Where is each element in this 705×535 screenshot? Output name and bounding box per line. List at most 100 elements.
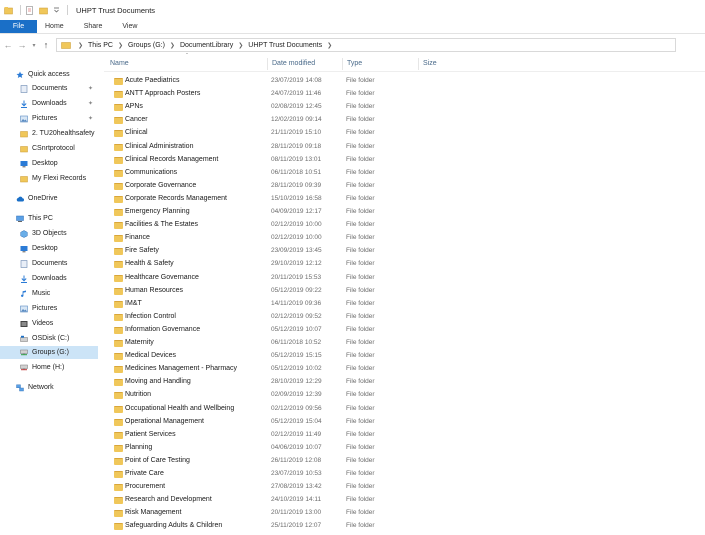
file-type: File folder <box>346 142 375 150</box>
address-bar[interactable]: ❯ This PC ❯ Groups (G:) ❯ DocumentLibrar… <box>56 38 676 52</box>
nav-pc-desktop[interactable]: Desktop <box>20 242 98 255</box>
table-row[interactable]: Risk Management 20/11/2019 13:00 File fold… <box>104 507 705 520</box>
breadcrumb-chevron-icon[interactable]: ❯ <box>78 42 83 49</box>
table-row[interactable]: Research and Development 24/10/2019 14:11… <box>104 494 705 507</box>
nav-qa-pictures[interactable]: Pictures ✦ <box>20 112 98 125</box>
table-row[interactable]: Infection Control 02/12/2019 09:52 File fo… <box>104 311 705 324</box>
table-row[interactable]: ANTT Approach Posters 24/07/2019 11:46 Fil… <box>104 88 705 101</box>
breadcrumb-groups[interactable]: Groups (G:) <box>128 42 165 49</box>
customize-quick-access-icon[interactable] <box>53 6 60 15</box>
properties-icon[interactable] <box>25 5 34 15</box>
nav-label: Documents <box>32 85 68 92</box>
file-name: Facilities & The Estates <box>125 221 199 229</box>
3d-objects-icon <box>20 229 28 238</box>
table-row[interactable]: Emergency Planning 04/09/2019 12:17 File f… <box>104 206 705 219</box>
nav-qa-tu20healthsafety[interactable]: 2. TU20healthsafety <box>20 127 98 140</box>
nav-pc-videos[interactable]: Videos <box>20 317 98 330</box>
column-name[interactable]: Name <box>110 60 129 67</box>
table-row[interactable]: Clinical Administration 28/11/2019 09:18 F… <box>104 141 705 154</box>
table-row[interactable]: Medicines Management - Pharmacy 05/12/201… <box>104 363 705 376</box>
nav-qa-documents[interactable]: Documents ✦ <box>20 82 98 95</box>
table-row[interactable]: Acute Paediatrics 23/07/2019 14:08 File fo… <box>104 75 705 88</box>
table-row[interactable]: Nutrition 02/09/2019 12:39 File folder <box>104 389 705 402</box>
column-date-modified[interactable]: Date modified <box>272 60 315 67</box>
nav-label: Downloads <box>32 100 67 107</box>
breadcrumb-uhpt-trust-documents[interactable]: UHPT Trust Documents <box>248 42 322 49</box>
table-row[interactable]: Corporate Records Management 15/10/2019 1… <box>104 193 705 206</box>
table-row[interactable]: Communications 06/11/2018 10:51 File folde… <box>104 167 705 180</box>
nav-qa-my-flexi-records[interactable]: My Flexi Records <box>20 172 98 185</box>
table-row[interactable]: Information Governance 05/12/2019 10:07 Fi… <box>104 324 705 337</box>
breadcrumb-chevron-icon[interactable]: ❯ <box>327 42 332 49</box>
table-row[interactable]: Clinical 21/11/2019 15:10 File folder <box>104 127 705 140</box>
nav-pc-osdisk[interactable]: OSDisk (C:) <box>20 332 98 345</box>
nav-this-pc[interactable]: This PC <box>16 212 114 225</box>
file-type: File folder <box>346 77 375 84</box>
forward-arrow-icon[interactable]: → <box>16 39 28 51</box>
nav-pc-groups[interactable]: Groups (G:) <box>0 346 98 359</box>
breadcrumb-chevron-icon[interactable]: ❯ <box>170 42 175 49</box>
table-row[interactable]: Healthcare Governance 20/11/2019 15:53 Fil… <box>104 272 705 285</box>
table-row[interactable]: Facilities & The Estates 02/12/2019 10:00… <box>104 219 705 232</box>
table-row[interactable]: Procurement 27/08/2019 13:42 File folder <box>104 481 705 494</box>
table-row[interactable]: Operational Management 05/12/2019 15:04 Fi… <box>104 416 705 429</box>
table-row[interactable]: Point of Care Testing 26/11/2019 12:08 Fil… <box>104 455 705 468</box>
nav-pc-3d-objects[interactable]: 3D Objects <box>20 227 98 240</box>
table-row[interactable]: Medical Devices 05/12/2019 15:15 File fold… <box>104 350 705 363</box>
column-divider[interactable] <box>418 58 419 70</box>
table-row[interactable]: Safeguarding Adults & Children 25/11/2019… <box>104 520 705 533</box>
table-row[interactable]: Occupational Health and Wellbeing 02/12/2… <box>104 403 705 416</box>
nav-quick-access[interactable]: Quick access <box>16 68 114 81</box>
nav-network[interactable]: Network <box>16 381 114 394</box>
table-row[interactable]: Health & Safety 29/10/2019 12:12 File fold… <box>104 258 705 271</box>
column-divider[interactable] <box>342 58 343 70</box>
nav-qa-downloads[interactable]: Downloads ✦ <box>20 97 98 110</box>
breadcrumb-document-library[interactable]: DocumentLibrary <box>180 42 233 49</box>
file-name: Health & Safety <box>125 260 174 268</box>
nav-qa-desktop[interactable]: Desktop <box>20 157 98 170</box>
new-folder-icon[interactable] <box>39 6 48 15</box>
nav-pc-music[interactable]: Music <box>20 287 98 300</box>
nav-label: This PC <box>28 215 53 222</box>
table-row[interactable]: Corporate Governance 28/11/2019 09:39 File… <box>104 180 705 193</box>
table-row[interactable]: Finance 02/12/2019 10:00 File folder <box>104 232 705 245</box>
nav-pc-downloads[interactable]: Downloads <box>20 272 98 285</box>
table-row[interactable]: Cancer 12/02/2019 09:14 File folder <box>104 114 705 127</box>
table-row[interactable]: Clinical Records Management 08/11/2019 13… <box>104 154 705 167</box>
nav-qa-csnrtprotocol[interactable]: CSnrtprotocol <box>20 142 98 155</box>
pin-icon[interactable]: ✦ <box>88 100 93 107</box>
folder-icon <box>114 169 123 177</box>
file-type: File folder <box>346 470 375 477</box>
table-row[interactable]: Planning 04/06/2019 10:07 File folder <box>104 442 705 455</box>
tab-home[interactable]: Home <box>37 20 74 33</box>
nav-pc-documents[interactable]: Documents <box>20 257 98 270</box>
table-row[interactable]: IM&T 14/11/2019 09:36 File folder <box>104 298 705 311</box>
table-row[interactable]: Private Care 23/07/2019 10:53 File folder <box>104 468 705 481</box>
table-row[interactable]: APNs 02/08/2019 12:45 File folder <box>104 101 705 114</box>
pin-icon[interactable]: ✦ <box>88 85 93 92</box>
back-arrow-icon[interactable]: ← <box>2 39 14 51</box>
column-size[interactable]: Size <box>423 60 437 67</box>
table-row[interactable]: Moving and Handling 28/10/2019 12:29 File … <box>104 376 705 389</box>
file-type: File folder <box>346 247 375 255</box>
table-row[interactable]: Patient Services 02/12/2019 11:49 File fol… <box>104 429 705 442</box>
breadcrumb-chevron-icon[interactable]: ❯ <box>238 42 243 49</box>
nav-pc-home[interactable]: Home (H:) <box>20 361 98 374</box>
column-type[interactable]: Type <box>347 60 362 67</box>
separator <box>20 5 21 15</box>
pin-icon[interactable]: ✦ <box>88 115 93 122</box>
column-divider[interactable] <box>267 58 268 70</box>
recent-locations-icon[interactable]: ▾ <box>30 39 38 51</box>
tab-share[interactable]: Share <box>74 20 113 33</box>
breadcrumb-this-pc[interactable]: This PC <box>88 42 113 49</box>
nav-onedrive[interactable]: OneDrive <box>16 192 114 205</box>
tab-file[interactable]: File <box>0 20 37 33</box>
nav-pc-pictures[interactable]: Pictures <box>20 302 98 315</box>
tab-view[interactable]: View <box>112 20 147 33</box>
folder-icon <box>114 248 123 256</box>
breadcrumb-chevron-icon[interactable]: ❯ <box>118 42 123 49</box>
up-arrow-icon[interactable]: ↑ <box>40 39 52 51</box>
table-row[interactable]: Human Resources 05/12/2019 09:22 File fold… <box>104 285 705 298</box>
table-row[interactable]: Maternity 06/11/2018 10:52 File folder <box>104 337 705 350</box>
table-row[interactable]: Fire Safety 23/09/2019 13:45 File folder <box>104 245 705 258</box>
